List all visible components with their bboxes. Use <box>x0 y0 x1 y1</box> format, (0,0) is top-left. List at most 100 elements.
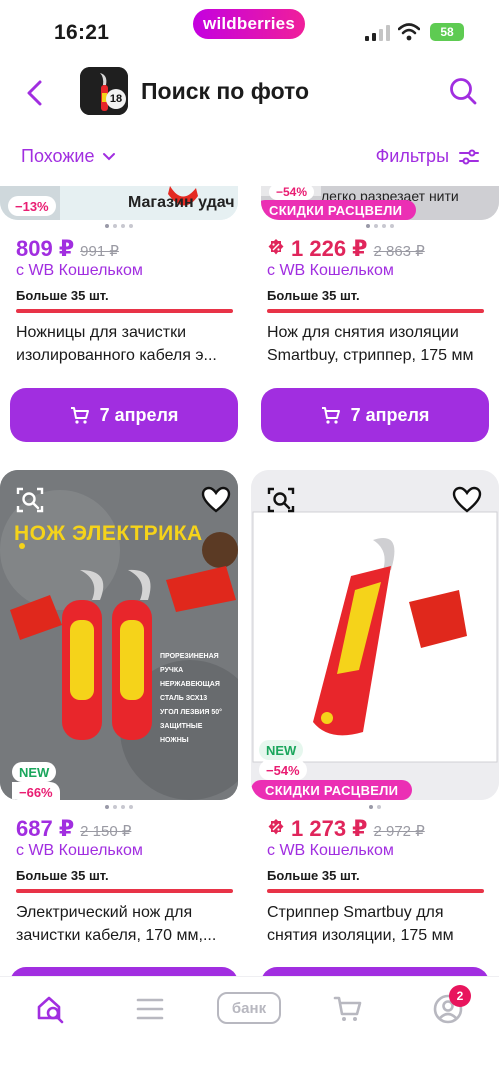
product-image[interactable]: легко разрезает нити −54% СКИДКИ РАСЦВЕЛ… <box>261 186 499 220</box>
menu-icon <box>136 998 164 1020</box>
bank-icon: банк <box>231 999 267 1017</box>
image-feature: НЕРЖАВЕЮЩАЯ СТАЛЬ ЗСХ13 <box>160 681 220 702</box>
product-image[interactable]: НОЖ ЭЛЕКТРИКА ПРОРЕЗИНЕНАЯ РУЧКА НЕРЖАВЕ… <box>0 470 238 800</box>
heart-icon[interactable] <box>200 484 232 516</box>
page-title: Поиск по фото <box>141 78 310 104</box>
image-feature: ПРОРЕЗИНЕНАЯ РУЧКА <box>160 653 219 674</box>
thumbnail-badge: 18 <box>106 89 126 109</box>
filters-label: Фильтры <box>375 146 449 166</box>
current-price: 687 ₽ <box>16 816 75 841</box>
current-price: 1 226 ₽ <box>291 236 368 261</box>
visual-search-icon[interactable] <box>14 484 46 516</box>
status-bar: 16:21 wildberries 58 <box>0 0 499 62</box>
delivery-date: 7 апреля <box>99 404 179 425</box>
back-icon[interactable] <box>22 78 48 108</box>
image-headline: НОЖ ЭЛЕКТРИКА <box>14 522 203 545</box>
product-name-line: зачистки кабеля, 170 мм,... <box>16 927 217 944</box>
discount-badge: −66% <box>12 782 60 800</box>
add-to-cart-button[interactable] <box>261 967 489 976</box>
product-name: Ножницы для зачистки изолированного кабе… <box>16 321 234 367</box>
product-name-line: Smartbuy, стриппер, 175 мм <box>267 347 474 364</box>
tab-home[interactable] <box>30 989 70 1029</box>
product-name-line: Нож для снятия изоляции <box>267 324 459 341</box>
cart-icon <box>321 407 340 424</box>
cart-icon <box>70 407 89 424</box>
similar-label: Похожие <box>21 146 95 166</box>
product-grid: Магазин удач −13% 809 ₽ 991 ₽ с WB Кошел… <box>0 186 499 976</box>
new-badge: NEW <box>259 740 304 760</box>
tab-bank[interactable]: банк <box>217 992 281 1024</box>
discount-percent-icon <box>268 819 284 835</box>
discount-badge: −54% <box>259 760 307 780</box>
heart-icon[interactable] <box>451 484 483 516</box>
search-photo-thumbnail[interactable]: 18 <box>80 67 128 115</box>
image-pagination <box>366 224 394 228</box>
wifi-icon <box>398 23 420 41</box>
tab-catalog[interactable] <box>130 989 170 1029</box>
wallet-label: с WB Кошельком <box>267 842 394 859</box>
image-feature-list: ПРОРЕЗИНЕНАЯ РУЧКА НЕРЖАВЕЮЩАЯ СТАЛЬ ЗСХ… <box>160 650 232 748</box>
results-toolbar: Похожие Фильтры <box>0 136 499 176</box>
product-name-line: изолированного кабеля э... <box>16 347 217 364</box>
current-price: 809 ₽ <box>16 236 75 261</box>
product-image[interactable]: Магазин удач −13% <box>0 186 238 220</box>
old-price: 2 150 ₽ <box>80 823 132 840</box>
product-card[interactable]: Магазин удач −13% 809 ₽ 991 ₽ с WB Кошел… <box>0 186 238 456</box>
old-price: 991 ₽ <box>80 243 119 260</box>
add-to-cart-button[interactable] <box>10 967 238 976</box>
product-card[interactable]: НОЖ ЭЛЕКТРИКА ПРОРЕЗИНЕНАЯ РУЧКА НЕРЖАВЕ… <box>0 470 238 976</box>
filters-button[interactable]: Фильтры <box>376 146 479 167</box>
image-feature: УГОЛ ЛЕЗВИЯ 50° <box>160 709 222 716</box>
home-search-icon <box>37 996 64 1024</box>
new-badge: NEW <box>12 762 57 782</box>
stock-bar <box>16 889 233 893</box>
stock-label: Больше 35 шт. <box>267 868 360 883</box>
cart-count-badge: 2 <box>449 985 471 1007</box>
old-price: 2 863 ₽ <box>373 243 425 260</box>
image-pagination <box>105 224 133 228</box>
stock-bar <box>267 309 484 313</box>
price-row: 1 273 ₽ 2 972 ₽ <box>267 816 425 842</box>
stock-bar <box>16 309 233 313</box>
wallet-label: с WB Кошельком <box>16 842 143 859</box>
product-name-line: Ножницы для зачистки <box>16 324 187 341</box>
stock-label: Больше 35 шт. <box>267 288 360 303</box>
visual-search-icon[interactable] <box>265 484 297 516</box>
basket-icon <box>333 996 362 1021</box>
product-image[interactable]: NEW −54% СКИДКИ РАСЦВЕЛИ <box>251 470 499 800</box>
product-name-line: Электрический нож для <box>16 904 193 921</box>
stock-label: Больше 35 шт. <box>16 868 109 883</box>
brand-pill[interactable]: wildberries <box>193 9 305 39</box>
image-pagination <box>369 805 381 809</box>
discount-percent-icon <box>268 239 284 255</box>
chevron-down-icon <box>103 152 116 160</box>
status-time: 16:21 <box>54 21 110 44</box>
stock-bar <box>267 889 484 893</box>
product-card[interactable]: NEW −54% СКИДКИ РАСЦВЕЛИ 1 273 ₽ 2 972 ₽… <box>251 470 499 976</box>
search-icon[interactable] <box>448 76 478 106</box>
discount-badge: −13% <box>8 196 56 216</box>
image-caption: Магазин удач <box>128 194 235 211</box>
product-name-line: снятия изоляции, 175 мм <box>267 927 454 944</box>
add-to-cart-button[interactable]: 7 апреля <box>10 388 238 442</box>
battery-indicator: 58 <box>430 23 464 41</box>
wallet-label: с WB Кошельком <box>267 262 394 279</box>
product-name-line: Стриппер Smartbuy для <box>267 904 444 921</box>
similar-dropdown[interactable]: Похожие <box>21 146 116 167</box>
price-row: 809 ₽ 991 ₽ <box>16 236 119 262</box>
discount-badge: −54% <box>269 186 315 200</box>
stock-label: Больше 35 шт. <box>16 288 109 303</box>
tab-cart[interactable] <box>328 989 368 1029</box>
current-price: 1 273 ₽ <box>291 816 368 841</box>
product-card[interactable]: легко разрезает нити −54% СКИДКИ РАСЦВЕЛ… <box>261 186 499 456</box>
price-row: 687 ₽ 2 150 ₽ <box>16 816 131 842</box>
signal-icon <box>365 25 390 41</box>
top-header: 18 Поиск по фото <box>0 62 499 124</box>
old-price: 2 972 ₽ <box>373 823 425 840</box>
product-name: Нож для снятия изоляции Smartbuy, стрипп… <box>267 321 485 367</box>
wallet-label: с WB Кошельком <box>16 262 143 279</box>
image-pagination <box>105 805 133 809</box>
add-to-cart-button[interactable]: 7 апреля <box>261 388 489 442</box>
product-name: Стриппер Smartbuy для снятия изоляции, 1… <box>267 901 485 947</box>
price-row: 1 226 ₽ 2 863 ₽ <box>267 236 425 262</box>
